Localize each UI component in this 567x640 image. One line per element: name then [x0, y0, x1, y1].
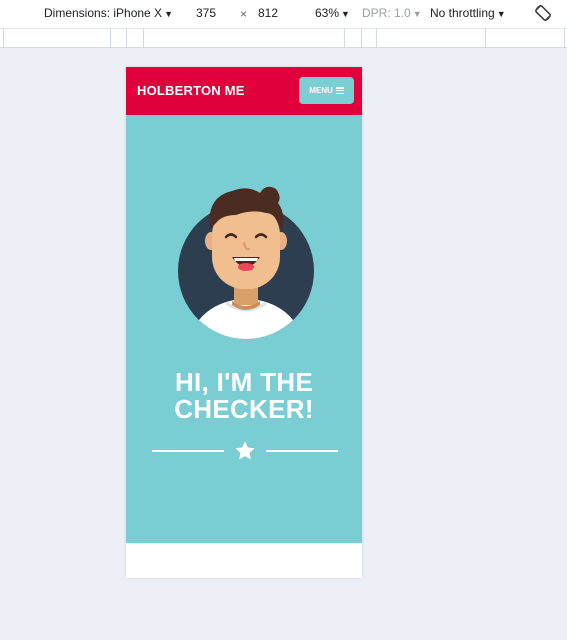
star-icon — [235, 441, 255, 460]
dpr-label: DPR: 1.0 — [362, 6, 411, 20]
hamburger-icon — [335, 87, 344, 94]
caret-down-icon: ▼ — [496, 9, 506, 19]
throttling-dropdown[interactable]: No throttling ▼ — [430, 6, 506, 20]
site-header: HOLBERTON ME MENU — [126, 67, 362, 115]
caret-down-icon: ▼ — [412, 9, 422, 19]
zoom-dropdown[interactable]: 63% ▼ — [315, 6, 350, 20]
caret-down-icon: ▼ — [164, 9, 173, 19]
rotate-icon[interactable] — [533, 3, 553, 23]
menu-label: MENU — [309, 86, 333, 95]
height-input[interactable]: 812 — [258, 6, 278, 20]
divider-line-left — [152, 450, 224, 452]
caret-down-icon: ▼ — [341, 9, 350, 19]
device-toolbar: Dimensions: iPhone X ▼ 375 × 812 63% ▼ DPR… — [0, 0, 567, 28]
throttling-label: No throttling — [430, 6, 495, 20]
hero-title-line-1: HI, I'M THE — [174, 367, 314, 397]
hero-title-line-2: CHECKER! — [174, 394, 314, 424]
zoom-label: 63% — [315, 6, 340, 20]
avatar-illustration — [178, 186, 314, 339]
width-input[interactable]: 375 — [196, 6, 216, 20]
device-dimensions-label: Dimensions: iPhone X — [44, 6, 163, 20]
hero-title: HI, I'M THE CHECKER! — [126, 369, 362, 423]
times-separator: × — [240, 7, 248, 21]
media-query-ruler[interactable] — [0, 28, 567, 48]
hero-section: HI, I'M THE CHECKER! — [126, 115, 362, 543]
device-dimensions-dropdown[interactable]: Dimensions: iPhone X ▼ — [44, 6, 173, 20]
dpr-dropdown[interactable]: DPR: 1.0 ▼ — [362, 6, 422, 20]
site-brand[interactable]: HOLBERTON ME — [137, 83, 245, 98]
menu-button[interactable]: MENU — [299, 77, 354, 104]
divider-line-right — [266, 450, 338, 452]
device-viewport: HOLBERTON ME MENU HI, I'M THE CHECKER! — [126, 67, 362, 578]
